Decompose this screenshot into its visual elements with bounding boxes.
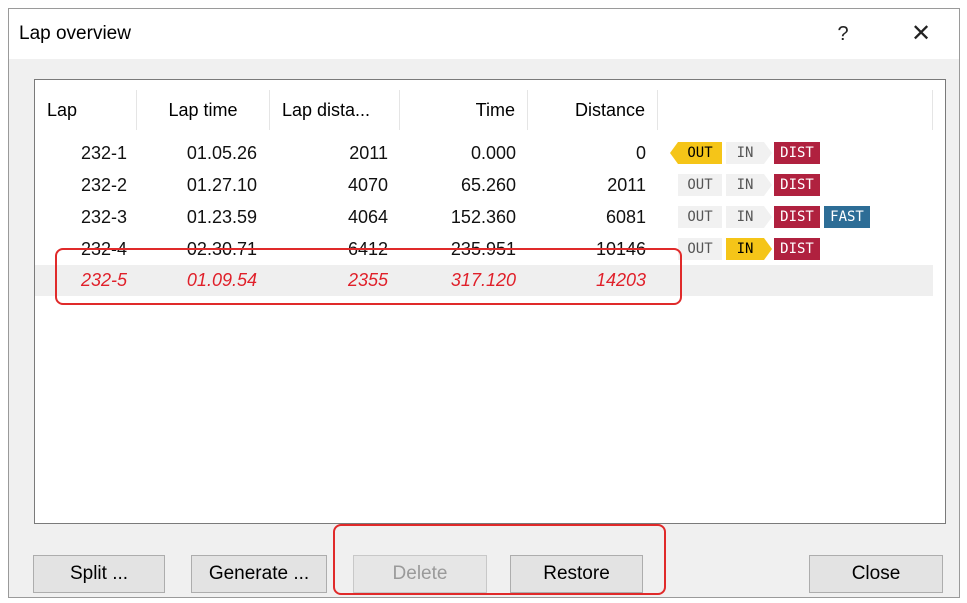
- time-cell: 152.360: [450, 207, 516, 227]
- generate-button[interactable]: Generate ...: [191, 555, 327, 593]
- lap-cell: 232-3: [80, 207, 127, 227]
- title-bar: Lap overview ? ✕: [9, 9, 959, 59]
- out-tag: OUT: [678, 238, 722, 260]
- lap-time-cell: 01.23.59: [186, 207, 257, 227]
- column-header-lap-time[interactable]: Lap time: [137, 90, 270, 130]
- table-row[interactable]: 232-2 01.27.10 4070 65.260 2011 OUT IN D…: [35, 170, 933, 201]
- in-tag: IN: [726, 206, 772, 228]
- out-tag: OUT: [678, 206, 722, 228]
- column-header-time[interactable]: Time: [400, 90, 528, 130]
- column-header-distance[interactable]: Distance: [528, 90, 658, 130]
- in-tag: IN: [726, 238, 772, 260]
- split-button[interactable]: Split ...: [33, 555, 165, 593]
- dist-tag: DIST: [774, 206, 820, 228]
- in-tag: IN: [726, 142, 772, 164]
- dist-tag: DIST: [774, 238, 820, 260]
- time-cell: 65.260: [460, 175, 516, 195]
- lap-distance-cell: 4064: [347, 207, 388, 227]
- in-tag: IN: [726, 174, 772, 196]
- out-tag: OUT: [670, 142, 722, 164]
- close-icon[interactable]: ✕: [904, 18, 938, 50]
- distance-cell: 0: [635, 143, 646, 163]
- window-title: Lap overview: [19, 23, 131, 44]
- table-row[interactable]: 232-1 01.05.26 2011 0.000 0 OUT IN DIST: [35, 138, 933, 169]
- out-tag: OUT: [678, 174, 722, 196]
- lap-cell: 232-1: [80, 143, 127, 163]
- close-button[interactable]: Close: [809, 555, 943, 593]
- highlight-delete-restore: [333, 524, 666, 595]
- lap-distance-cell: 2011: [349, 143, 388, 163]
- distance-cell: 6081: [605, 207, 646, 227]
- column-header-lap-distance[interactable]: Lap dista...: [270, 90, 400, 130]
- help-button[interactable]: ?: [831, 19, 855, 49]
- highlight-deleted-row: [55, 248, 682, 305]
- list-header: Lap Lap time Lap dista... Time Distance: [35, 90, 945, 130]
- dist-tag: DIST: [774, 142, 820, 164]
- time-cell: 0.000: [470, 143, 516, 163]
- table-row[interactable]: 232-3 01.23.59 4064 152.360 6081 OUT IN …: [35, 202, 933, 233]
- column-header-lap[interactable]: Lap: [35, 90, 137, 130]
- fast-tag: FAST: [824, 206, 870, 228]
- lap-distance-cell: 4070: [347, 175, 388, 195]
- lap-cell: 232-2: [80, 175, 127, 195]
- lap-time-cell: 01.05.26: [186, 143, 257, 163]
- dist-tag: DIST: [774, 174, 820, 196]
- distance-cell: 2011: [607, 175, 646, 195]
- column-header-tags: [658, 90, 933, 130]
- lap-time-cell: 01.27.10: [186, 175, 257, 195]
